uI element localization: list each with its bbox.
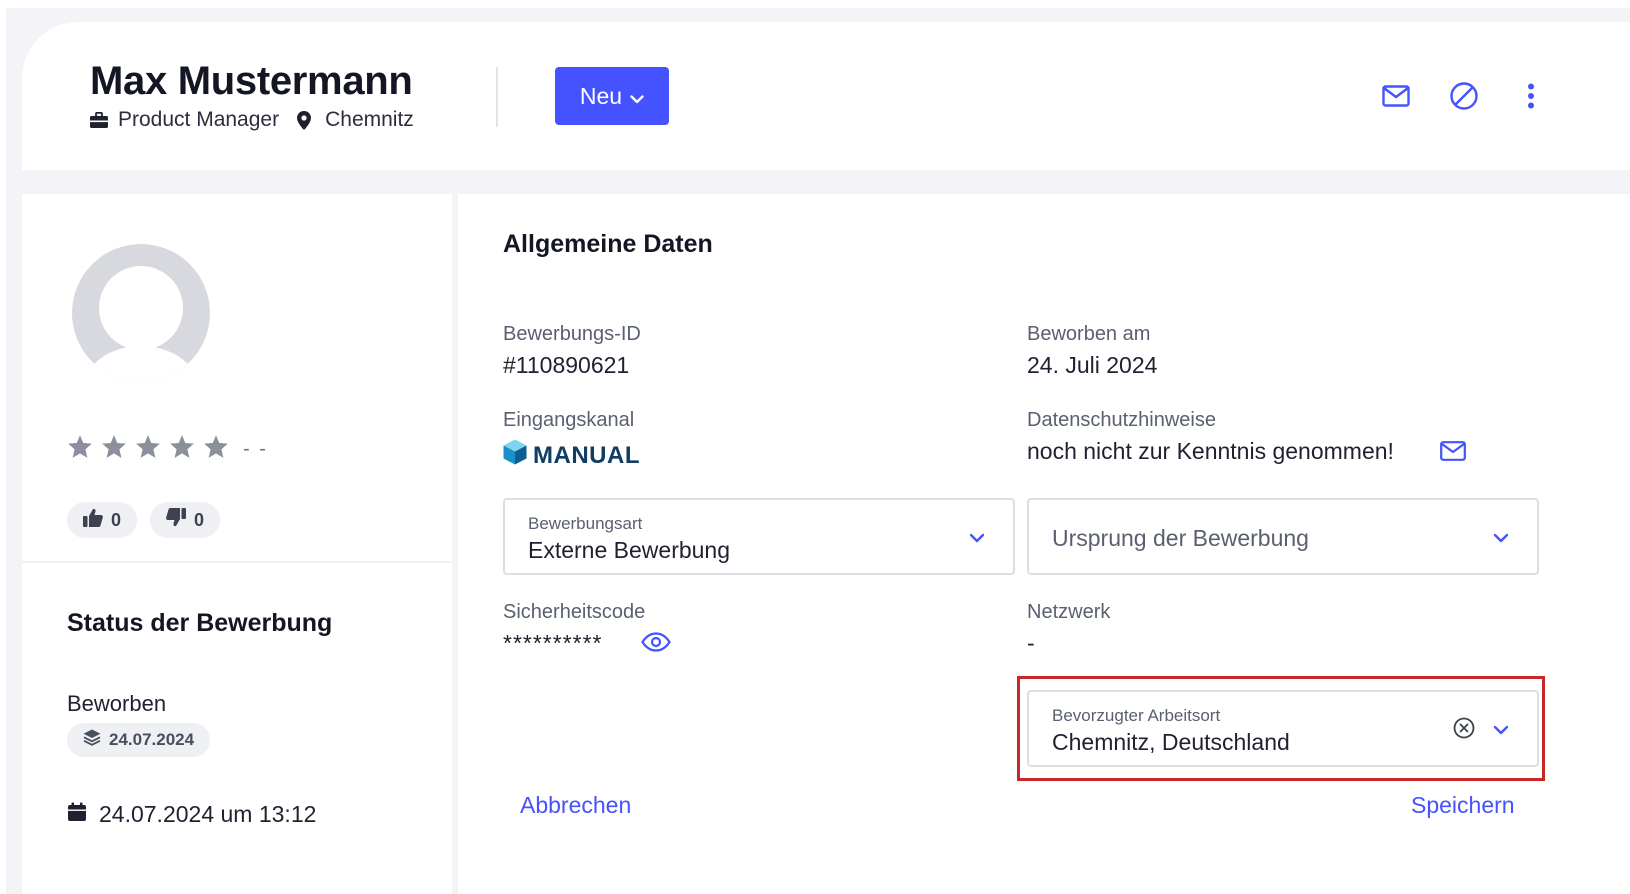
- star-icon[interactable]: [203, 434, 229, 464]
- status-date-badge: 24.07.2024: [67, 723, 211, 757]
- new-button-label: Neu: [579, 82, 623, 109]
- new-button[interactable]: Neu: [555, 67, 669, 125]
- block-icon[interactable]: [1448, 80, 1480, 112]
- status-title: Status der Bewerbung: [67, 609, 333, 637]
- application-type-label: Bewerbungsart: [528, 514, 643, 533]
- candidate-location: Chemnitz: [325, 108, 414, 131]
- general-data-panel: Allgemeine Daten Bewerbungs-ID #11089062…: [458, 194, 1630, 894]
- application-type-select[interactable]: Bewerbungsart Externe Bewerbung: [503, 498, 1015, 575]
- candidate-header: Max Mustermann Product Manager Chemnitz …: [22, 22, 1630, 170]
- candidate-name: Max Mustermann: [90, 59, 413, 103]
- channel-label: Eingangskanal: [503, 409, 635, 431]
- applied-on-label: Beworben am: [1027, 323, 1151, 345]
- left-strip: [0, 0, 6, 894]
- application-id-label: Bewerbungs-ID: [503, 323, 641, 345]
- calendar-icon: [67, 801, 87, 828]
- origin-select[interactable]: Ursprung der Bewerbung: [1027, 498, 1539, 575]
- layers-icon: [83, 729, 101, 751]
- mail-icon[interactable]: [1380, 80, 1412, 112]
- channel-value: MANUAL: [533, 441, 640, 469]
- privacy-value: noch nicht zur Kenntnis genommen!: [1027, 438, 1394, 464]
- briefcase-icon: [90, 110, 110, 130]
- rating-value: - -: [243, 437, 268, 460]
- security-code-label: Sicherheitscode: [503, 601, 646, 623]
- send-privacy-mail-icon[interactable]: [1440, 441, 1466, 466]
- sidebar-divider: [22, 561, 452, 563]
- like-button[interactable]: 0: [67, 502, 138, 538]
- location-pin-icon: [297, 110, 317, 130]
- cancel-button[interactable]: Abbrechen: [520, 792, 631, 819]
- origin-placeholder: Ursprung der Bewerbung: [1052, 525, 1309, 551]
- chevron-down-icon: [1493, 530, 1509, 548]
- top-strip: [0, 0, 1630, 8]
- status-timestamp: 24.07.2024 um 13:12: [67, 801, 316, 828]
- star-icon[interactable]: [169, 434, 195, 464]
- status-stage: Beworben: [67, 691, 167, 716]
- status-date: 24.07.2024: [109, 730, 195, 749]
- network-value: -: [1027, 630, 1035, 656]
- cube-icon: [503, 439, 527, 472]
- show-code-eye-icon[interactable]: [641, 632, 671, 657]
- network-label: Netzwerk: [1027, 601, 1111, 623]
- profile-sidebar: - - 0 0 Status der Bewerbung Beworben 24…: [22, 194, 452, 894]
- chevron-down-icon: [630, 83, 644, 110]
- security-code-value: **********: [503, 630, 603, 656]
- chevron-down-icon: [969, 530, 985, 548]
- candidate-meta: Product Manager Chemnitz: [90, 108, 414, 132]
- application-type-value: Externe Bewerbung: [528, 537, 731, 563]
- more-vertical-icon[interactable]: [1515, 80, 1547, 112]
- star-rating[interactable]: - -: [67, 434, 268, 464]
- applied-on-value: 24. Juli 2024: [1027, 352, 1158, 378]
- section-title: Allgemeine Daten: [503, 230, 713, 258]
- thumbs-down-icon: [166, 508, 186, 532]
- dislike-count: 0: [194, 509, 205, 530]
- application-id-value: #110890621: [503, 352, 630, 378]
- star-icon[interactable]: [67, 434, 93, 464]
- thumbs-up-icon: [83, 508, 103, 532]
- star-icon[interactable]: [101, 434, 127, 464]
- like-count: 0: [111, 509, 122, 530]
- avatar: [72, 244, 210, 382]
- channel-logo: MANUAL: [503, 439, 640, 472]
- save-button[interactable]: Speichern: [1411, 792, 1515, 819]
- highlight-box: [1017, 676, 1545, 781]
- job-title: Product Manager: [118, 108, 280, 131]
- dislike-button[interactable]: 0: [150, 502, 221, 538]
- star-icon[interactable]: [135, 434, 161, 464]
- status-time-text: 24.07.2024 um 13:12: [99, 801, 317, 827]
- privacy-label: Datenschutzhinweise: [1027, 409, 1216, 431]
- header-divider: [496, 67, 498, 127]
